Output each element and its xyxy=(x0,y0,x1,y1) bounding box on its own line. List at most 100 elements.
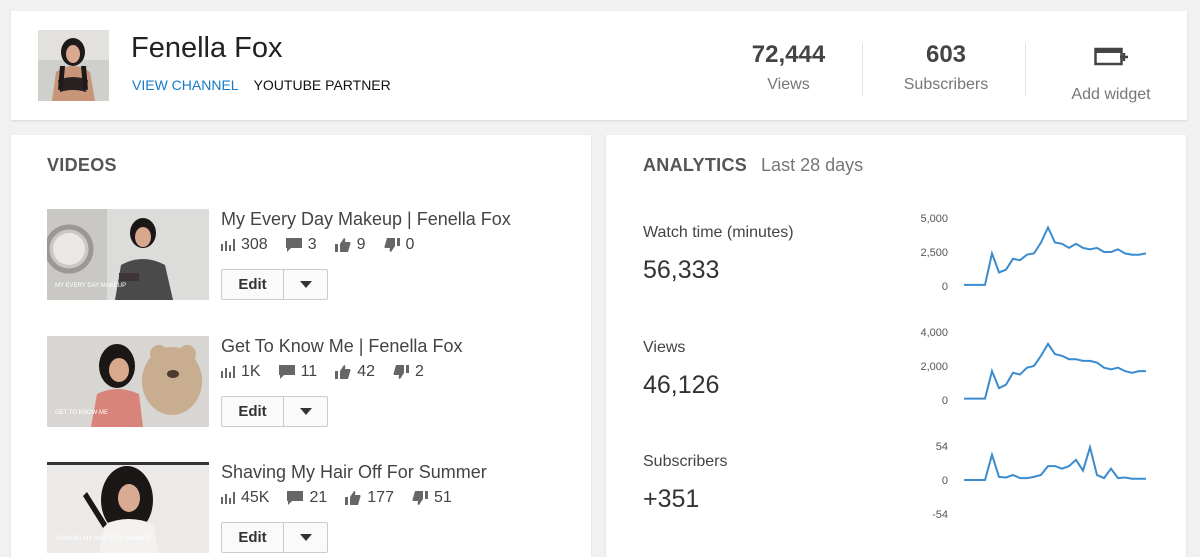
watch-time-chart: 5,000 2,500 0 xyxy=(920,213,1147,293)
views-stat: 308 xyxy=(221,236,268,254)
video-item: MY EVERY DAY MAKEUP My Every Day Makeup … xyxy=(47,209,567,304)
y-tick-label: -54 xyxy=(932,509,948,521)
comments-count: 11 xyxy=(300,363,318,380)
y-tick-label: 0 xyxy=(942,475,948,487)
views-count: 308 xyxy=(241,236,268,253)
bar-chart-icon xyxy=(221,366,235,378)
views-count: 1K xyxy=(241,363,261,380)
likes-stat: 177 xyxy=(345,489,394,507)
series-line xyxy=(964,225,1147,286)
edit-button[interactable]: Edit xyxy=(222,523,284,552)
subscribers-stat: 603 Subscribers xyxy=(891,41,1001,94)
likes-stat: 42 xyxy=(335,363,375,381)
video-thumbnail[interactable]: SHAVING MY HAIR FOR SUMMER xyxy=(47,462,209,553)
views-chart: 4,000 2,000 0 xyxy=(920,327,1146,407)
likes-stat: 9 xyxy=(334,236,366,254)
dislikes-stat: 51 xyxy=(412,489,452,507)
add-widget-label: Add widget xyxy=(1071,86,1151,103)
comments-count: 21 xyxy=(309,489,328,506)
views-count: 72,444 xyxy=(751,41,826,68)
avatar[interactable] xyxy=(38,30,109,101)
edit-dropdown-button[interactable] xyxy=(284,270,327,299)
edit-button[interactable]: Edit xyxy=(222,270,284,299)
metric-label: Subscribers xyxy=(643,453,728,470)
watch-time-metric[interactable]: Watch time (minutes) 56,333 xyxy=(643,224,794,285)
comment-icon xyxy=(278,365,295,379)
video-stats: 45K 21 177 51 xyxy=(221,489,470,507)
y-tick-label: 4,000 xyxy=(920,327,948,339)
views-stat: 72,444 Views xyxy=(741,41,836,94)
metric-label: Watch time (minutes) xyxy=(643,224,794,241)
subscribers-count: 603 xyxy=(925,41,967,68)
thumbs-up-icon xyxy=(335,365,351,379)
views-stat: 1K xyxy=(221,363,261,381)
add-widget-button[interactable]: Add widget xyxy=(1056,45,1166,104)
comment-icon xyxy=(285,238,302,252)
comments-count: 3 xyxy=(307,236,317,253)
subscribers-metric[interactable]: Subscribers +351 xyxy=(643,453,727,514)
analytics-title: ANALYTICS xyxy=(643,155,748,175)
edit-button-group: Edit xyxy=(221,396,328,427)
views-metric[interactable]: Views 46,126 xyxy=(643,339,719,400)
thumbs-up-icon xyxy=(345,491,361,505)
subscribers-label: Subscribers xyxy=(903,76,989,93)
video-item: SHAVING MY HAIR FOR SUMMER Shaving My Ha… xyxy=(47,462,567,557)
comment-icon xyxy=(287,491,304,505)
view-channel-link[interactable]: VIEW CHANNEL xyxy=(132,77,239,93)
caret-down-icon xyxy=(299,408,312,415)
video-title[interactable]: My Every Day Makeup | Fenella Fox xyxy=(221,209,511,230)
bar-chart-icon xyxy=(221,492,235,504)
views-count: 45K xyxy=(241,489,270,506)
video-item: GET TO KNOW ME Get To Know Me | Fenella … xyxy=(47,336,567,431)
y-tick-label: 54 xyxy=(936,441,948,453)
views-stat: 45K xyxy=(221,489,269,507)
comments-stat: 21 xyxy=(287,489,327,507)
y-tick-label: 0 xyxy=(942,395,948,407)
channel-name: Fenella Fox xyxy=(131,32,283,64)
comments-stat: 3 xyxy=(285,236,317,254)
thumbs-down-icon xyxy=(412,491,428,505)
video-thumbnail[interactable]: GET TO KNOW ME xyxy=(47,336,209,427)
divider xyxy=(1025,43,1026,96)
video-stats: 1K 11 42 2 xyxy=(221,363,442,381)
analytics-header: ANALYTICS Last 28 days xyxy=(643,155,863,176)
series-line xyxy=(964,443,1146,481)
dislikes-count: 51 xyxy=(433,489,452,506)
add-widget-icon xyxy=(1094,47,1128,71)
analytics-card: ANALYTICS Last 28 days Watch time (minut… xyxy=(606,135,1186,557)
date-range[interactable]: Last 28 days xyxy=(761,155,863,176)
y-tick-label: 5,000 xyxy=(920,213,948,225)
likes-count: 42 xyxy=(357,363,375,380)
dislikes-count: 2 xyxy=(414,363,424,380)
divider xyxy=(862,43,863,96)
caret-down-icon xyxy=(299,281,312,288)
likes-count: 9 xyxy=(356,236,366,253)
edit-button-group: Edit xyxy=(221,269,328,300)
dislikes-stat: 2 xyxy=(393,363,424,381)
series-line xyxy=(964,342,1146,400)
y-tick-label: 0 xyxy=(942,281,948,293)
video-title[interactable]: Shaving My Hair Off For Summer xyxy=(221,462,487,483)
dislikes-count: 0 xyxy=(405,236,415,253)
dislikes-stat: 0 xyxy=(384,236,415,254)
metric-label: Views xyxy=(643,339,686,356)
comments-stat: 11 xyxy=(278,363,318,381)
edit-dropdown-button[interactable] xyxy=(284,523,327,552)
videos-card: VIDEOS MY EVERY DAY MAKEUP My Every Day … xyxy=(11,135,591,557)
video-thumbnail[interactable]: MY EVERY DAY MAKEUP xyxy=(47,209,209,300)
thumbs-down-icon xyxy=(384,238,400,252)
bar-chart-icon xyxy=(221,239,235,251)
views-label: Views xyxy=(767,76,810,93)
y-tick-label: 2,500 xyxy=(920,247,948,259)
thumbs-up-icon xyxy=(334,238,351,252)
edit-button[interactable]: Edit xyxy=(222,397,284,426)
metric-value: 46,126 xyxy=(643,371,720,399)
partner-badge: YOUTUBE PARTNER xyxy=(253,77,391,93)
video-title[interactable]: Get To Know Me | Fenella Fox xyxy=(221,336,462,357)
channel-header: Fenella Fox VIEW CHANNEL YOUTUBE PARTNER… xyxy=(11,11,1187,120)
metric-value: 56,333 xyxy=(643,256,720,284)
thumb-caption: GET TO KNOW ME xyxy=(55,410,108,416)
subscribers-chart: 54 0 -54 xyxy=(932,441,1146,521)
edit-dropdown-button[interactable] xyxy=(284,397,327,426)
channel-links: VIEW CHANNEL YOUTUBE PARTNER xyxy=(132,77,391,93)
